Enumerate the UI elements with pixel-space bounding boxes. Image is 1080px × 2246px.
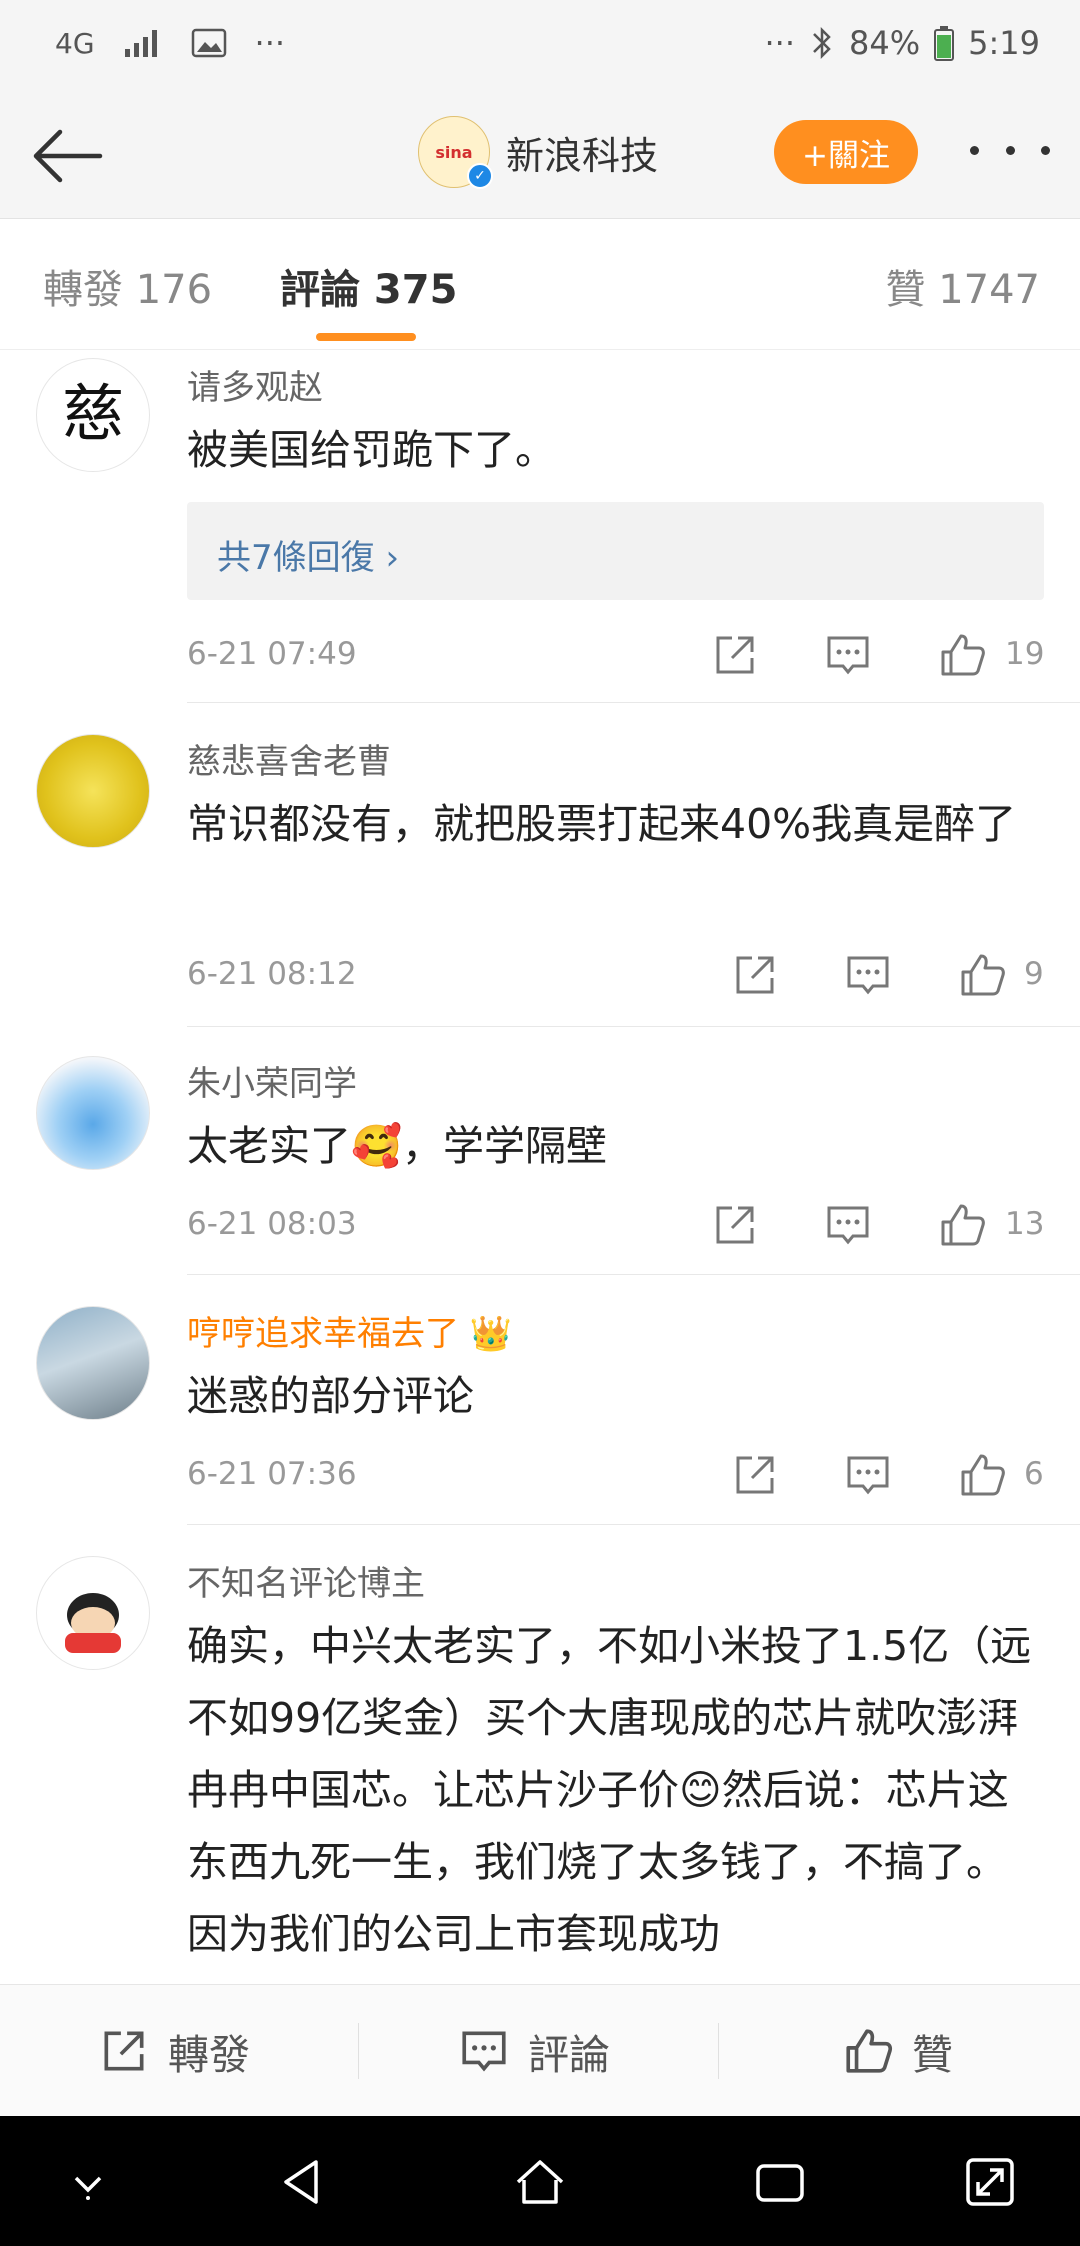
recent-apps-icon[interactable] [750,2152,810,2212]
like-icon[interactable] [957,950,1007,1000]
verified-badge-icon: ✓ [467,163,493,189]
like-count: 6 [1024,1456,1044,1492]
comment-username[interactable]: 哼哼追求幸福去了 👑 [187,1306,512,1355]
clock: 5:19 [968,24,1040,62]
navigation-bar: sina ✓ 新浪科技 +關注 [0,90,1080,219]
comment-text: 迷惑的部分评论 [187,1372,474,1420]
bottom-action-bar: 轉發 評論 贊 [0,1984,1080,2117]
rotate-screen-icon[interactable] [960,2152,1020,2212]
divider [187,1026,1080,1027]
active-tab-indicator [316,333,416,341]
back-arrow-icon[interactable] [28,116,108,196]
avatar[interactable] [36,1556,150,1670]
like-button[interactable]: 贊 [842,2021,953,2081]
hide-keyboard-icon[interactable] [58,2152,118,2212]
image-icon [191,28,226,58]
svg-text:慈: 慈 [62,377,124,450]
comment-username[interactable]: 慈悲喜舍老曹 [187,734,391,783]
more-options-icon[interactable] [970,130,1050,170]
comment-time: 6-21 08:03 [187,1206,357,1242]
share-icon[interactable] [730,950,780,1000]
like-icon[interactable] [937,630,987,680]
account-header[interactable]: sina ✓ 新浪科技 [418,116,658,189]
home-icon[interactable] [510,2152,570,2212]
comment-time: 6-21 07:49 [187,636,357,672]
repost-button[interactable]: 轉發 [98,2021,250,2081]
account-avatar[interactable]: sina ✓ [418,116,493,189]
divider [187,1274,1080,1275]
status-bar: 4G ··· ··· 84% 5:19 [0,0,1080,90]
comment-text: 被美国给罚跪下了。 [187,426,556,474]
comment-icon[interactable] [843,1450,893,1500]
like-label: 贊 [912,2031,953,2079]
like-count: 13 [1005,1206,1045,1242]
comment-icon [462,2031,506,2072]
like-count: 9 [1024,956,1044,992]
battery-percent: 84% [849,24,921,62]
tabs: 轉發 176 評論 375 贊 1747 [0,219,1080,350]
account-name[interactable]: 新浪科技 [506,125,658,180]
status-more-right: ··· [764,24,796,62]
comment-icon[interactable] [823,1200,873,1250]
comment-username[interactable]: 请多观赵 [187,360,323,409]
status-more: ··· [254,24,286,62]
like-icon[interactable] [957,1450,1007,1500]
bluetooth-icon [813,26,831,60]
replies-link[interactable]: 共7條回復 › [187,502,1044,600]
avatar[interactable] [36,1056,150,1170]
like-icon [846,2029,893,2073]
comment-time: 6-21 07:36 [187,1456,357,1492]
like-icon[interactable] [937,1200,987,1250]
back-icon[interactable] [272,2152,332,2212]
comment-username[interactable]: 朱小荣同学 [187,1056,357,1105]
comment-time: 6-21 08:12 [187,956,357,992]
repost-label: 轉發 [168,2031,250,2079]
follow-button[interactable]: +關注 [774,120,918,184]
share-icon[interactable] [730,1450,780,1500]
avatar[interactable]: 慈 [36,358,150,472]
system-navigation-bar [0,2116,1080,2246]
share-icon [104,2031,144,2071]
tab-comments[interactable]: 評論 375 [280,257,457,315]
avatar[interactable] [36,1306,150,1420]
comment-label: 評論 [528,2031,610,2079]
battery-icon [934,26,955,61]
divider [187,1524,1080,1525]
separator [718,2023,719,2079]
separator [358,2023,359,2079]
replies-count: 共7條回復 › [217,538,400,578]
comment-text: 太老实了🥰，学学隔壁 [187,1122,608,1170]
avatar[interactable] [36,734,150,848]
comment-text: 确实，中兴太老实了，不如小米投了1.5亿（远不如99亿奖金）买个大唐现成的芯片就… [187,1622,1032,1958]
comment-username[interactable]: 不知名评论博主 [187,1556,425,1605]
divider [187,702,1080,703]
comment-button[interactable]: 評論 [458,2021,610,2081]
signal-icon [124,30,157,57]
comment-icon[interactable] [843,950,893,1000]
tab-likes[interactable]: 贊 1747 [885,257,1040,315]
tab-reposts[interactable]: 轉發 176 [43,257,212,315]
network-indicator: 4G [55,26,95,60]
comment-icon[interactable] [823,630,873,680]
share-icon[interactable] [710,1200,760,1250]
share-icon[interactable] [710,630,760,680]
like-count: 19 [1005,636,1045,672]
comment-text: 常识都没有，就把股票打起来40%我真是醉了 [187,800,1017,848]
